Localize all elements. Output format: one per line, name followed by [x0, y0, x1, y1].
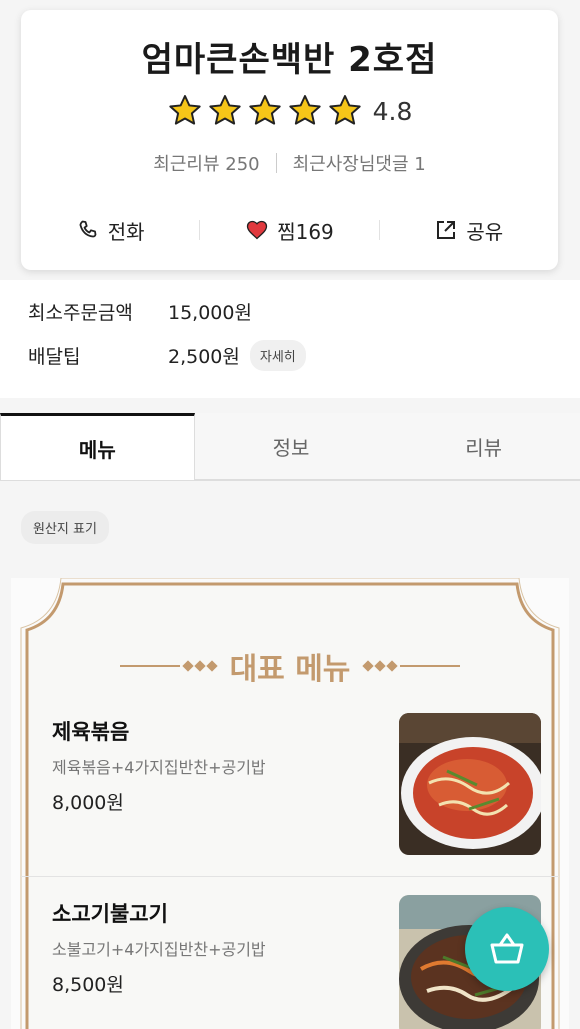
menu-item-description: 소불고기+4가지집반찬+공기밥 [52, 940, 266, 959]
tab-bar: 메뉴 정보 리뷰 [0, 413, 580, 481]
title-ornament-left [119, 660, 218, 672]
min-order-label: 최소주문금액 [28, 302, 133, 324]
call-label: 전화 [107, 219, 145, 244]
delivery-tip-detail-button[interactable]: 자세히 [249, 340, 306, 371]
menu-item-price: 8,000원 [52, 792, 124, 814]
menu-item-description: 제육볶음+4가지집반찬+공기밥 [52, 758, 266, 777]
star-icon [168, 95, 201, 125]
call-button[interactable]: 전화 [21, 216, 199, 245]
basket-icon [490, 933, 524, 964]
phone-icon [79, 220, 97, 238]
delivery-tip-label: 배달팁 [28, 346, 81, 368]
star-icon [328, 95, 361, 125]
min-order-row: 최소주문금액 15,000원 [28, 298, 252, 325]
store-name: 엄마큰손백반 2호점 [141, 40, 438, 80]
menu-item-photo [399, 713, 541, 855]
star-icon [248, 95, 281, 125]
min-order-value: 15,000원 [168, 302, 252, 324]
tab-info[interactable]: 정보 [194, 413, 388, 480]
menu-item-name: 소고기불고기 [52, 902, 168, 926]
store-actions: 전화 찜169 공유 [21, 210, 558, 250]
recent-owner-comments-count[interactable]: 최근사장님댓글 1 [293, 150, 426, 176]
share-icon [437, 221, 456, 239]
order-info: 최소주문금액 15,000원 배달팁 2,500원 자세히 [0, 280, 580, 398]
star-icon [208, 95, 241, 125]
board-title-text: 대표 메뉴 [229, 652, 351, 687]
store-card: 엄마큰손백반 2호점 4.8 최근리뷰 250 최근사장님댓글 1 전화 찜16… [21, 10, 558, 270]
title-ornament-right [362, 660, 461, 672]
share-button[interactable]: 공유 [380, 216, 558, 245]
star-icon [288, 95, 321, 125]
menu-item[interactable]: 제육볶음 제육볶음+4가지집반찬+공기밥 8,000원 [21, 704, 559, 876]
delivery-tip-value: 2,500원 [168, 346, 240, 368]
tab-menu[interactable]: 메뉴 [0, 413, 195, 480]
like-button[interactable]: 찜169 [200, 216, 378, 245]
tab-reviews[interactable]: 리뷰 [387, 413, 580, 480]
cart-button[interactable] [465, 907, 549, 991]
rating-value: 4.8 [372, 96, 413, 126]
rating-row: 4.8 [21, 93, 558, 129]
review-counts: 최근리뷰 250 최근사장님댓글 1 [21, 150, 558, 176]
board-title: 대표 메뉴 [11, 644, 569, 688]
recent-reviews-count[interactable]: 최근리뷰 250 [153, 150, 259, 176]
share-label: 공유 [466, 219, 504, 244]
heart-icon [247, 220, 268, 240]
menu-item-price: 8,500원 [52, 974, 124, 996]
divider [275, 153, 277, 173]
menu-item-name: 제육볶음 [52, 720, 130, 744]
like-count: 찜169 [277, 219, 334, 244]
divider [21, 876, 559, 877]
delivery-tip-row: 배달팁 2,500원 자세히 [28, 340, 306, 371]
origin-label-button[interactable]: 원산지 표기 [21, 511, 109, 544]
